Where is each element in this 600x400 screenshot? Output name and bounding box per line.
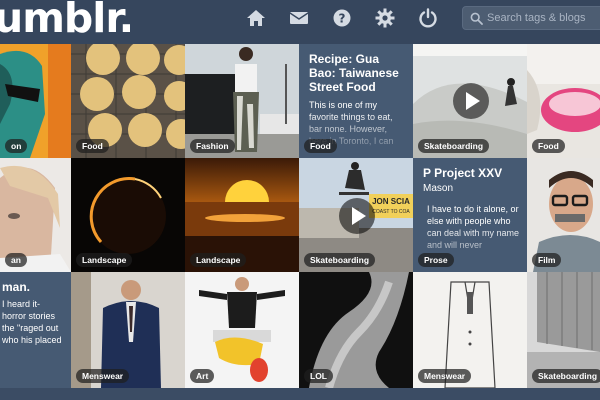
- help-icon[interactable]: ?: [331, 7, 353, 29]
- gear-icon[interactable]: [374, 7, 396, 29]
- play-button[interactable]: [339, 198, 375, 234]
- video-post-skateboarding[interactable]: Skateboarding: [413, 44, 527, 158]
- search-input[interactable]: [487, 9, 600, 27]
- post-tile-art-2[interactable]: Art: [185, 272, 299, 388]
- post-excerpt: I heard it- horror stories the "raged ou…: [2, 299, 62, 345]
- tag-label[interactable]: Skateboarding: [304, 253, 376, 267]
- text-post-prose[interactable]: P Project XXV Mason I have to do it alon…: [413, 158, 527, 272]
- post-tile-landscape-2[interactable]: Landscape: [185, 158, 299, 272]
- post-tile-art[interactable]: on: [0, 44, 71, 158]
- sign-text: JON SCIA: [372, 197, 410, 206]
- post-tile-menswear[interactable]: Menswear: [71, 272, 185, 388]
- explore-grid: on Food Fashion Recipe: Gua Bao: Taiwane…: [0, 44, 600, 388]
- tag-label[interactable]: Food: [76, 139, 109, 153]
- tag-label[interactable]: Landscape: [76, 253, 133, 267]
- tag-label[interactable]: Food: [532, 139, 565, 153]
- tag-label[interactable]: Skateboarding: [418, 139, 490, 153]
- tag-label[interactable]: Menswear: [418, 369, 472, 383]
- bottom-strip: [0, 388, 600, 400]
- post-tile-fashion[interactable]: Fashion: [185, 44, 299, 158]
- search-box[interactable]: [462, 6, 600, 30]
- tag-label[interactable]: Prose: [418, 253, 454, 267]
- tag-label[interactable]: Art: [190, 369, 215, 383]
- post-tile-film[interactable]: Film: [527, 158, 600, 272]
- post-tile-portrait[interactable]: an: [0, 158, 71, 272]
- post-title: Recipe: Gua Bao: Taiwanese Street Food: [309, 52, 399, 94]
- text-post-partial[interactable]: man. I heard it- horror stories the "rag…: [0, 272, 71, 388]
- post-tile-skateboarding-3[interactable]: Skateboarding: [527, 272, 600, 388]
- tag-label[interactable]: Menswear: [76, 369, 130, 383]
- search-icon: [470, 12, 483, 25]
- post-tile-food-2[interactable]: Food: [527, 44, 600, 158]
- tag-label[interactable]: Film: [532, 253, 562, 267]
- tumblr-logo[interactable]: umblr.: [0, 0, 134, 44]
- tag-label[interactable]: Fashion: [190, 139, 235, 153]
- play-button[interactable]: [453, 83, 489, 119]
- svg-text:?: ?: [339, 12, 346, 26]
- tag-label[interactable]: Food: [304, 139, 337, 153]
- post-tile-lol[interactable]: LOL: [299, 272, 413, 388]
- post-tile-landscape[interactable]: Landscape: [71, 158, 185, 272]
- text-post-recipe[interactable]: Recipe: Gua Bao: Taiwanese Street Food T…: [299, 44, 413, 158]
- power-icon[interactable]: [417, 7, 439, 29]
- post-tile-menswear-2[interactable]: Menswear: [413, 272, 527, 388]
- post-tile-food[interactable]: Food: [71, 44, 185, 158]
- mail-icon[interactable]: [288, 7, 310, 29]
- tag-label[interactable]: LOL: [304, 369, 333, 383]
- tag-label[interactable]: Skateboarding: [532, 369, 600, 383]
- top-bar: umblr. ?: [0, 0, 600, 44]
- tag-label[interactable]: on: [5, 139, 28, 153]
- sign-subtext: COAST TO COA: [372, 209, 410, 215]
- post-title: man.: [2, 280, 31, 294]
- home-icon[interactable]: [245, 7, 267, 29]
- tag-label[interactable]: Landscape: [190, 253, 247, 267]
- tag-label[interactable]: an: [5, 253, 27, 267]
- post-title: P Project XXV: [423, 166, 503, 180]
- post-author: Mason: [423, 183, 454, 194]
- video-post-skateboarding-2[interactable]: JON SCIA COAST TO COA Skateboarding: [299, 158, 413, 272]
- dashboard-page: umblr. ? Search tags & blogs on Food Fas…: [0, 0, 600, 400]
